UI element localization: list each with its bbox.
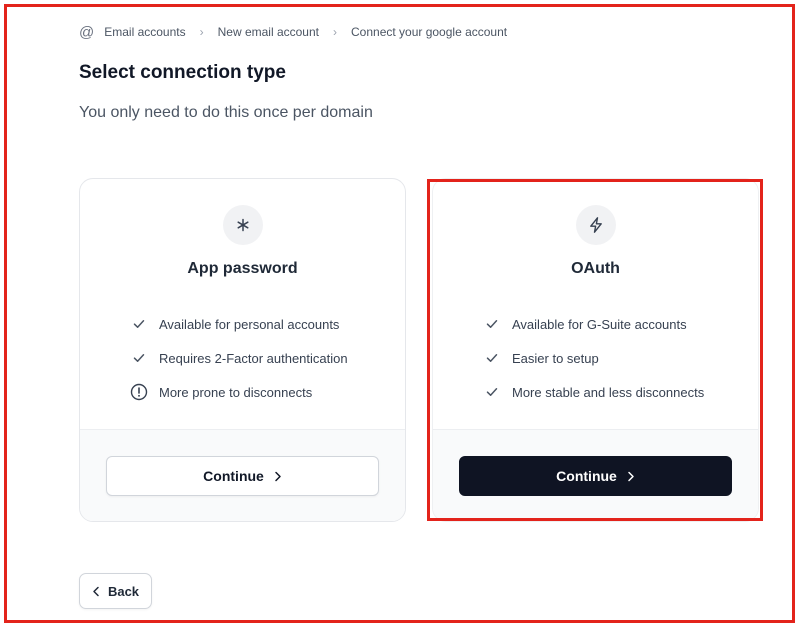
- check-icon: [128, 313, 150, 335]
- feature-text: Easier to setup: [512, 350, 599, 366]
- option-card-oauth[interactable]: OAuth Available for G-Suite accounts Eas…: [432, 178, 759, 522]
- breadcrumb: @ Email accounts › New email account › C…: [79, 22, 507, 42]
- chevron-right-icon: [627, 471, 635, 482]
- card-title: App password: [187, 260, 298, 277]
- check-icon: [128, 347, 150, 369]
- chevron-right-icon: ›: [199, 25, 204, 39]
- breadcrumb-item-connect-google[interactable]: Connect your google account: [351, 25, 507, 39]
- list-item: More prone to disconnects: [128, 375, 348, 409]
- page-title: Select connection type: [79, 62, 286, 83]
- card-footer: Continue: [80, 429, 405, 521]
- feature-text: Available for G-Suite accounts: [512, 316, 687, 332]
- feature-list: Available for personal accounts Requires…: [128, 307, 348, 409]
- feature-text: More stable and less disconnects: [512, 384, 705, 400]
- button-label: Continue: [556, 468, 617, 484]
- list-item: Available for G-Suite accounts: [481, 307, 704, 341]
- feature-list: Available for G-Suite accounts Easier to…: [481, 307, 704, 409]
- chevron-right-icon: ›: [333, 25, 337, 39]
- back-button[interactable]: Back: [79, 573, 152, 609]
- continue-app-password-button[interactable]: Continue: [106, 456, 379, 496]
- list-item: Easier to setup: [481, 341, 704, 375]
- check-icon: [481, 313, 503, 335]
- chevron-left-icon: [92, 586, 100, 597]
- option-card-app-password[interactable]: App password Available for personal acco…: [79, 178, 406, 522]
- breadcrumb-item-new-email-account[interactable]: New email account: [218, 25, 319, 39]
- button-label: Continue: [203, 468, 264, 484]
- feature-text: Requires 2-Factor authentication: [159, 350, 348, 366]
- feature-text: Available for personal accounts: [159, 316, 340, 332]
- check-icon: [481, 347, 503, 369]
- card-title: OAuth: [571, 260, 620, 277]
- continue-oauth-button[interactable]: Continue: [459, 456, 732, 496]
- feature-text: More prone to disconnects: [159, 384, 313, 400]
- page-subtitle: You only need to do this once per domain: [79, 104, 373, 121]
- back-label: Back: [107, 583, 140, 599]
- list-item: Available for personal accounts: [128, 307, 348, 341]
- alert-circle-icon: [128, 381, 150, 403]
- chevron-right-icon: [274, 471, 282, 482]
- breadcrumb-item-email-accounts[interactable]: Email accounts: [104, 25, 185, 39]
- card-footer: Continue: [433, 429, 758, 521]
- list-item: Requires 2-Factor authentication: [128, 341, 348, 375]
- list-item: More stable and less disconnects: [481, 375, 704, 409]
- check-icon: [481, 381, 503, 403]
- asterisk-icon: [223, 205, 263, 245]
- lightning-icon: [576, 205, 616, 245]
- at-sign-icon: @: [79, 23, 95, 41]
